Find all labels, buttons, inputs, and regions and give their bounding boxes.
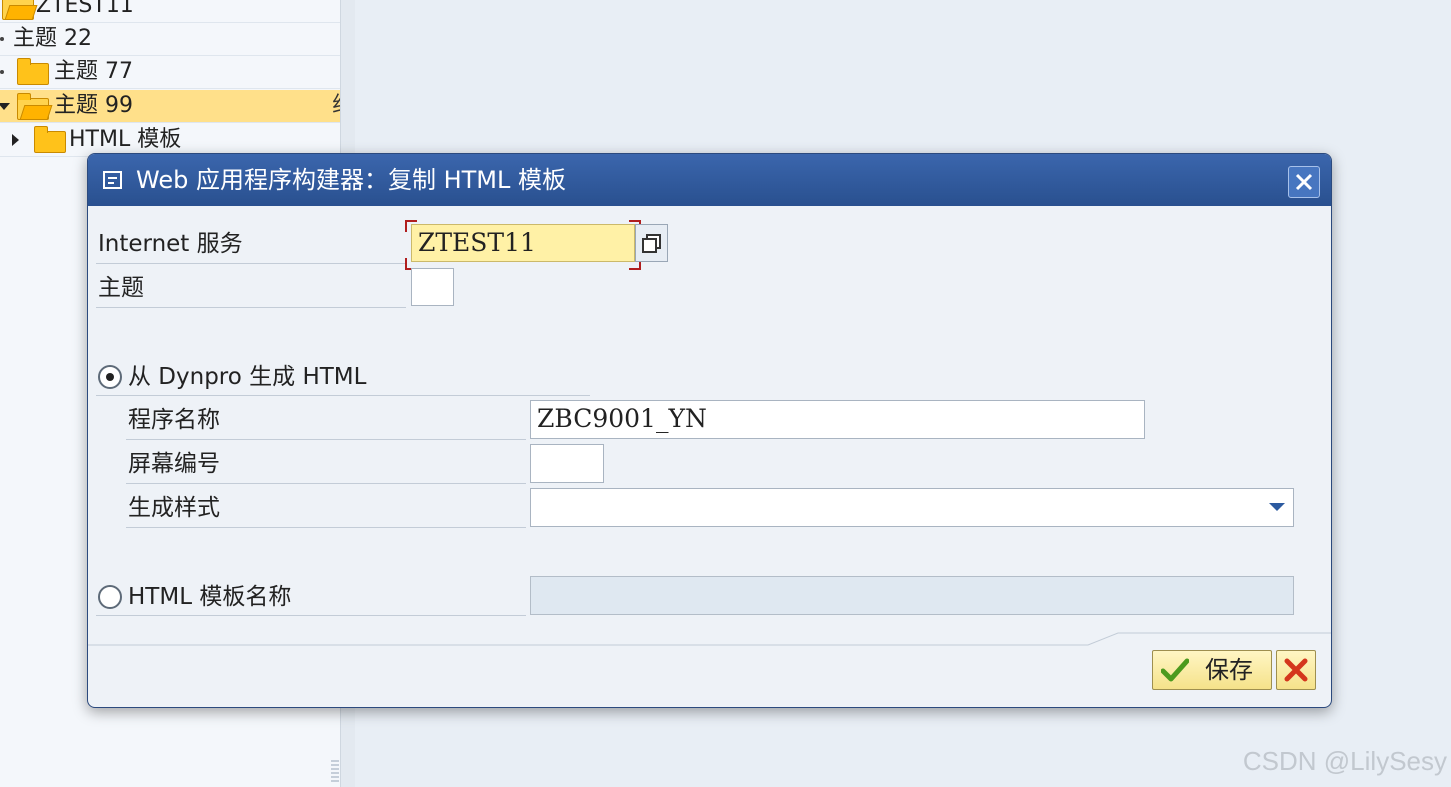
topic-label: 主题	[98, 275, 144, 301]
tree-item-topic-22[interactable]: 主题 22	[0, 23, 340, 56]
tree-item-topic-77[interactable]: 主题 77	[0, 56, 340, 89]
close-button[interactable]	[1288, 166, 1320, 198]
dialog-window-icon	[103, 171, 122, 189]
generation-style-label: 生成样式	[128, 495, 220, 521]
radio-template-name-label[interactable]: HTML 模板名称	[128, 577, 291, 617]
value-help-button[interactable]	[635, 224, 668, 262]
cancel-icon	[1284, 658, 1308, 682]
internet-service-input[interactable]: ZTEST11	[411, 224, 635, 262]
topic-input[interactable]	[411, 268, 454, 306]
focus-marker	[405, 220, 417, 232]
close-icon	[1295, 173, 1313, 191]
watermark: CSDN @LilySesy	[1242, 746, 1447, 776]
label-underline	[96, 263, 406, 264]
tree-bullet-icon	[0, 37, 4, 41]
dialog-title: Web 应用程序构建器：复制 HTML 模板	[136, 166, 566, 194]
tree-item-label: ZTEST11	[36, 0, 134, 18]
label-underline	[96, 395, 590, 396]
program-name-input[interactable]: ZBC9001_YN	[530, 400, 1145, 439]
copy-icon	[642, 234, 661, 253]
tree-cut-text: 组	[332, 90, 340, 122]
label-underline	[126, 483, 526, 484]
resize-grip[interactable]	[331, 760, 339, 784]
radio-from-dynpro[interactable]	[98, 365, 122, 389]
screen-number-label: 屏幕编号	[128, 451, 220, 477]
folder-icon	[34, 126, 66, 153]
tree-item-label: 主题 22	[13, 26, 92, 51]
collapse-arrow-icon[interactable]	[12, 134, 19, 146]
label-underline	[96, 615, 526, 616]
tree-item-label: 主题 77	[54, 59, 133, 84]
template-name-input	[530, 576, 1294, 615]
checkmark-icon	[1161, 658, 1189, 682]
internet-service-label: Internet 服务	[98, 231, 243, 257]
save-button-label: 保存	[1205, 656, 1253, 684]
label-underline	[126, 439, 526, 440]
tree-bullet-icon	[0, 70, 4, 74]
radio-from-dynpro-label[interactable]: 从 Dynpro 生成 HTML	[128, 357, 366, 397]
label-underline	[126, 527, 526, 528]
tree-item-label: HTML 模板	[69, 127, 182, 152]
folder-open-icon	[2, 0, 34, 20]
screen-number-input[interactable]	[530, 444, 604, 483]
tree-item-topic-99[interactable]: 主题 99 组	[0, 90, 340, 123]
tree-item-label: 主题 99	[54, 93, 133, 118]
expand-arrow-icon[interactable]	[0, 103, 10, 110]
label-underline	[96, 307, 406, 308]
tree-item-ztest11[interactable]: ZTEST11	[0, 0, 340, 23]
dropdown-arrow-icon[interactable]	[1269, 503, 1285, 511]
folder-open-icon	[17, 93, 49, 120]
program-name-label: 程序名称	[128, 407, 220, 433]
generation-style-select[interactable]	[530, 488, 1294, 527]
dialog-titlebar[interactable]: Web 应用程序构建器：复制 HTML 模板	[88, 154, 1331, 206]
folder-icon	[17, 58, 49, 85]
footer-separator	[88, 632, 1331, 646]
save-button[interactable]: 保存	[1152, 650, 1272, 690]
copy-html-template-dialog: Web 应用程序构建器：复制 HTML 模板 Internet 服务 ZTEST…	[87, 153, 1332, 708]
radio-template-name[interactable]	[98, 585, 122, 609]
cancel-button[interactable]	[1276, 650, 1316, 690]
